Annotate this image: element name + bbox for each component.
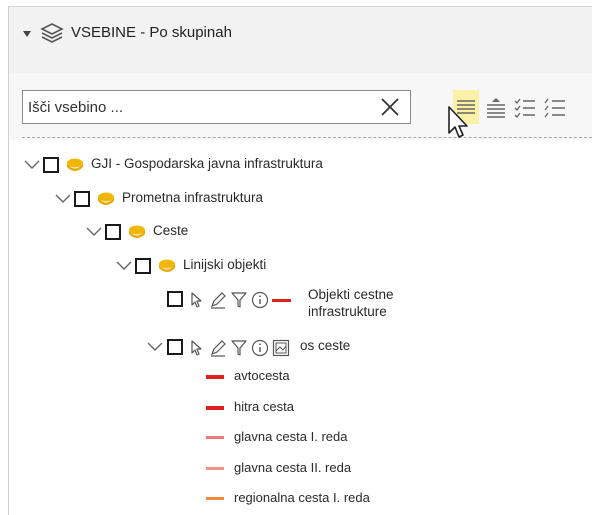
chevron-down-icon[interactable] <box>85 226 103 238</box>
layer-group-icon <box>159 259 175 272</box>
select-pointer-icon[interactable] <box>188 339 206 357</box>
close-icon[interactable] <box>377 94 403 120</box>
layers-icon <box>40 23 64 43</box>
search-box[interactable] <box>22 90 411 124</box>
legend-item: glavna cesta I. reda <box>206 428 406 448</box>
image-legend-icon[interactable] <box>272 339 290 357</box>
layer-label-objekti-line2: infrastrukture <box>308 304 387 319</box>
legend-swatch <box>206 436 224 439</box>
checkbox[interactable] <box>167 291 183 307</box>
legend-label: regionalna cesta I. reda <box>234 490 370 505</box>
legend-item: hitra cesta <box>206 398 386 418</box>
content-panel: VSEBINE - Po skupinah Išči vsebino ... G… <box>8 6 592 515</box>
layer-row-objekti[interactable]: Objekti cestne infrastrukture <box>164 287 494 327</box>
checklist-alt-icon[interactable] <box>541 90 567 124</box>
legend-label: avtocesta <box>234 368 290 383</box>
divider <box>22 137 592 138</box>
tree-label-gji: GJI - Gospodarska javna infrastruktura <box>91 156 323 171</box>
layer-label-os-ceste: os ceste <box>300 338 351 353</box>
layer-swatch <box>272 299 291 302</box>
list-expand-icon[interactable] <box>483 90 509 124</box>
tree-row-ceste[interactable]: Ceste <box>85 220 285 244</box>
tree-label-linijski: Linijski objekti <box>183 257 267 272</box>
checkbox[interactable] <box>135 258 151 274</box>
panel-title: VSEBINE - Po skupinah <box>71 24 232 41</box>
legend-swatch <box>206 497 224 500</box>
legend-label: glavna cesta I. reda <box>234 429 348 444</box>
legend-swatch <box>206 375 224 379</box>
chevron-down-icon[interactable] <box>54 193 72 205</box>
legend-label: hitra cesta <box>234 399 294 414</box>
checkbox[interactable] <box>74 191 90 207</box>
filter-icon[interactable] <box>230 291 248 309</box>
legend-swatch <box>206 467 224 470</box>
edit-pencil-icon[interactable] <box>209 339 227 357</box>
tree-row-gji[interactable]: GJI - Gospodarska javna infrastruktura <box>23 153 443 177</box>
select-pointer-icon[interactable] <box>188 291 206 309</box>
legend-item: regionalna cesta I. reda <box>206 489 426 509</box>
mouse-cursor-icon <box>448 106 468 138</box>
edit-pencil-icon[interactable] <box>209 291 227 309</box>
info-icon[interactable] <box>251 291 269 309</box>
search-input[interactable] <box>28 96 368 118</box>
tree-row-linijski[interactable]: Linijski objekti <box>115 254 355 278</box>
tree-label-ceste: Ceste <box>153 223 189 238</box>
layer-row-os-ceste[interactable]: os ceste <box>146 335 416 359</box>
checklist-icon[interactable] <box>512 90 538 124</box>
tree-row-prometna[interactable]: Prometna infrastruktura <box>54 187 384 211</box>
panel-header[interactable]: VSEBINE - Po skupinah <box>9 7 592 73</box>
layer-label-objekti-line1: Objekti cestne <box>308 287 394 302</box>
checkbox[interactable] <box>43 157 59 173</box>
chevron-down-icon[interactable] <box>23 159 41 171</box>
layer-group-icon <box>98 192 114 205</box>
checkbox[interactable] <box>167 339 183 355</box>
checkbox[interactable] <box>105 224 121 240</box>
legend-item: avtocesta <box>206 367 386 387</box>
filter-icon[interactable] <box>230 339 248 357</box>
search-toolbar <box>9 73 592 140</box>
layer-group-icon <box>67 158 83 171</box>
chevron-down-icon[interactable] <box>115 260 133 272</box>
legend-item: glavna cesta II. reda <box>206 459 406 479</box>
chevron-down-icon[interactable] <box>146 341 164 353</box>
tree-label-prometna: Prometna infrastruktura <box>122 190 264 205</box>
legend-swatch <box>206 406 224 410</box>
caret-down-icon[interactable] <box>23 31 31 37</box>
layer-group-icon <box>129 225 145 238</box>
legend-label: glavna cesta II. reda <box>234 460 352 475</box>
info-icon[interactable] <box>251 339 269 357</box>
